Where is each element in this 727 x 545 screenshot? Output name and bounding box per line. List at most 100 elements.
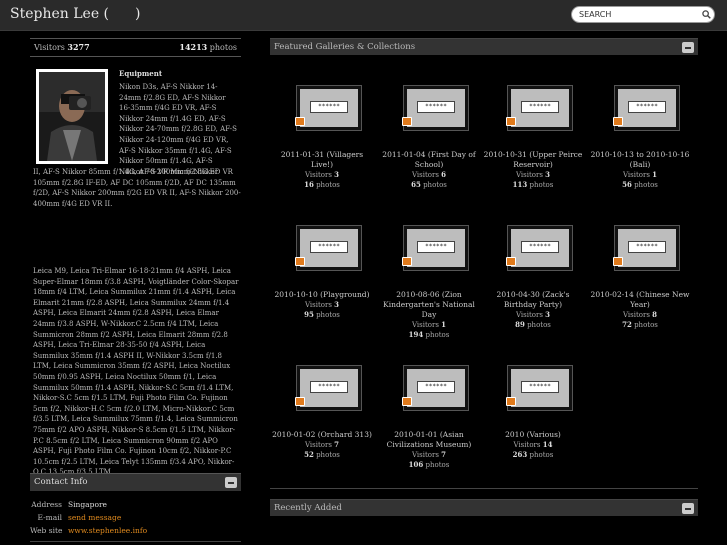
photos-count: 56 (622, 180, 632, 189)
visitors-count: 6 (441, 170, 447, 179)
thumbnail-placeholder: ****** (407, 369, 465, 407)
thumbnail-placeholder: ****** (407, 229, 465, 267)
gallery-title[interactable]: 2011-01-04 (First Day of School) (377, 150, 481, 170)
visitors-label: Visitors (411, 451, 439, 459)
gallery-thumbnail[interactable]: ****** (295, 85, 362, 131)
visitors-label: Visitors (411, 171, 439, 179)
profile-photo (36, 69, 108, 164)
photos-count: 263 (512, 450, 528, 459)
photos-count: 72 (622, 320, 632, 329)
visitors-count: 7 (334, 440, 340, 449)
photos-count: 113 (512, 180, 528, 189)
contact-link[interactable]: send message (68, 513, 121, 522)
thumbnail-label: ****** (521, 241, 559, 253)
gallery-title[interactable]: 2010-10-31 (Upper Peirce Reservoir) (481, 150, 585, 170)
gallery-thumbnail[interactable]: ****** (506, 225, 573, 271)
contact-row: Address Singapore (30, 498, 241, 511)
visitors-label: Visitors (304, 441, 332, 449)
visitors-count: 1 (652, 170, 658, 179)
portrait-image (39, 72, 105, 161)
contact-label: Web site (30, 526, 63, 535)
gallery-photos: 52 photos (270, 450, 374, 460)
visitors-label: Visitors (304, 301, 332, 309)
gallery-title[interactable]: 2010-01-01 (Asian Civilizations Museum) (377, 430, 481, 450)
contact-label: Address (31, 500, 62, 509)
gallery-thumbnail[interactable]: ****** (506, 85, 573, 131)
photos-count: 89 (515, 320, 525, 329)
recently-added-header: Recently Added (270, 499, 698, 516)
collapse-featured-button[interactable] (682, 42, 694, 53)
contact-link[interactable]: www.stephenlee.info (68, 526, 147, 535)
gallery-thumbnail[interactable]: ****** (613, 225, 680, 271)
visitors-count: 3 (545, 310, 551, 319)
photos-label: photos (425, 461, 450, 469)
gallery-title[interactable]: 2010-04-30 (Zack's Birthday Party) (481, 290, 585, 310)
gallery-photos: 194 photos (377, 330, 481, 340)
gallery-caption: 2010-10-31 (Upper Peirce Reservoir) Visit… (481, 150, 585, 190)
visitors-label: Visitors (622, 311, 650, 319)
visitors-label: Visitors (515, 311, 543, 319)
gallery-icon (613, 117, 623, 126)
thumbnail-label: ****** (310, 101, 348, 113)
photos-stat: 14213 photos (179, 39, 237, 56)
gallery-thumbnail[interactable]: ****** (402, 225, 469, 271)
photos-label: photos (529, 181, 554, 189)
photos-count: 65 (411, 180, 421, 189)
gallery-icon (506, 397, 516, 406)
visitors-label: Visitors (304, 171, 332, 179)
gallery-visitors: Visitors 3 (481, 170, 585, 180)
gallery-thumbnail[interactable]: ****** (295, 365, 362, 411)
gallery-visitors: Visitors 7 (270, 440, 374, 450)
gallery-visitors: Visitors 3 (270, 300, 374, 310)
recently-added-title: Recently Added (274, 503, 342, 513)
gallery-title[interactable]: 2010-10-10 (Playground) (270, 290, 374, 300)
divider (270, 488, 698, 489)
sidebar: Visitors 3277 14213 photos Equipment Nik… (30, 38, 241, 493)
gallery-thumbnail[interactable]: ****** (613, 85, 680, 131)
gallery-thumbnail[interactable]: ****** (506, 365, 573, 411)
gallery-title[interactable]: 2010-02-14 (Chinese New Year) (588, 290, 692, 310)
thumbnail-placeholder: ****** (300, 229, 358, 267)
gallery-title[interactable]: 2010-01-02 (Orchard 313) (270, 430, 374, 440)
gallery-photos: 95 photos (270, 310, 374, 320)
thumbnail-placeholder: ****** (511, 369, 569, 407)
gallery-thumbnail[interactable]: ****** (295, 225, 362, 271)
photos-label: photos (425, 331, 450, 339)
equipment-text: Nikon D3s, AF-S Nikkor 14-24mm f/2.8G ED… (119, 83, 237, 176)
photos-count: 16 (304, 180, 314, 189)
gallery-icon (402, 257, 412, 266)
gallery-title[interactable]: 2010 (Various) (481, 430, 585, 440)
gallery-title[interactable]: 2010-08-06 (Zion Kindergarten's National… (377, 290, 481, 320)
thumbnail-placeholder: ****** (511, 89, 569, 127)
search-input[interactable]: SEARCH (571, 6, 715, 23)
photos-label: photos (423, 181, 447, 189)
gallery-visitors: Visitors 3 (270, 170, 374, 180)
divider (30, 541, 241, 542)
site-title-text: Stephen Lee ( (10, 6, 110, 22)
gallery-icon (402, 397, 412, 406)
photos-count: 95 (304, 310, 314, 319)
collapse-recent-button[interactable] (682, 503, 694, 514)
equipment-leica-text: Leica M9, Leica Tri-Elmar 16-18-21mm f/4… (33, 267, 239, 476)
gallery-caption: 2010-04-30 (Zack's Birthday Party) Visito… (481, 290, 585, 330)
gallery-thumbnail[interactable]: ****** (402, 85, 469, 131)
gallery-thumbnail[interactable]: ****** (402, 365, 469, 411)
gallery-visitors: Visitors 14 (481, 440, 585, 450)
thumbnail-label: ****** (521, 101, 559, 113)
thumbnail-placeholder: ****** (618, 89, 676, 127)
site-title[interactable]: Stephen Lee () (10, 6, 140, 22)
magnifier-icon[interactable] (702, 10, 711, 19)
collapse-contact-button[interactable] (225, 477, 237, 488)
photos-label: photos (316, 311, 340, 319)
gallery-title[interactable]: 2010-10-13 to 2010-10-16 (Bali) (588, 150, 692, 170)
photos-label: photos (529, 451, 554, 459)
gallery-visitors: Visitors 8 (588, 310, 692, 320)
gallery-caption: 2010-02-14 (Chinese New Year) Visitors 87… (588, 290, 692, 330)
visitors-count: 1 (441, 320, 447, 329)
thumbnail-label: ****** (521, 381, 559, 393)
gallery-title[interactable]: 2011-01-31 (Villagers Live!) (270, 150, 374, 170)
gallery-caption: 2011-01-04 (First Day of School) Visitors… (377, 150, 481, 190)
photos-count: 106 (408, 460, 424, 469)
thumbnail-label: ****** (628, 101, 666, 113)
visitors-count: 3 (334, 300, 340, 309)
